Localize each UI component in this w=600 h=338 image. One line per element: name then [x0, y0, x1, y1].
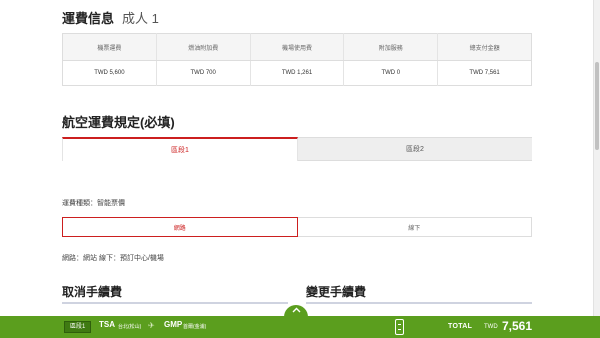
segment-tabs: 區段1 區段2 — [62, 137, 532, 161]
tab-online[interactable]: 網路 — [62, 217, 298, 237]
change-fee-title: 變更手續費 — [306, 285, 367, 299]
fare-table: 機票運費 燃油附加費 機場使用費 附加服務 總支付金額 TWD 5,600 TW… — [62, 33, 532, 86]
total-amount: 7,561 — [502, 319, 533, 333]
arrival-city: 首爾(金浦) — [183, 324, 207, 330]
cancel-fee-title: 取消手續費 — [62, 285, 123, 299]
fare-table-value-row: TWD 5,600 TWD 700 TWD 1,261 TWD 0 TWD 7,… — [62, 60, 532, 86]
fare-rules-title: 航空運費規定(必填) — [62, 115, 175, 130]
scrollbar[interactable] — [593, 0, 600, 316]
scrollbar-thumb[interactable] — [595, 62, 599, 150]
fare-value-cell: TWD 700 — [155, 60, 251, 86]
tab-offline[interactable]: 線下 — [297, 217, 532, 237]
tab-segment-1[interactable]: 區段1 — [62, 137, 298, 161]
fare-value-cell: TWD 0 — [343, 60, 438, 86]
expand-summary-button[interactable] — [284, 305, 308, 319]
chevron-up-icon — [292, 307, 300, 313]
fare-info-heading: 運費信息 成人 1 — [62, 8, 159, 27]
fare-header-cell: 總支付金額 — [437, 33, 532, 61]
fare-header-cell: 機場使用費 — [249, 33, 344, 61]
cancel-fee-divider — [62, 302, 288, 304]
plane-icon: ✈ — [148, 321, 155, 330]
departure-city: 台北(松山) — [118, 324, 142, 330]
total-label: TOTAL — [448, 323, 473, 330]
booking-summary-bar[interactable]: 區段1 TSA 台北(松山) ✈ GMP 首爾(金浦) TOTAL TWD 7,… — [0, 316, 600, 338]
fare-kind-text: 運費種類：智能票價 — [62, 200, 125, 207]
passenger-count: 成人 1 — [122, 11, 159, 26]
fare-header-cell: 附加服務 — [343, 33, 438, 61]
departure-airport-code: TSA — [99, 320, 115, 329]
fare-table-header-row: 機票運費 燃油附加費 機場使用費 附加服務 總支付金額 — [62, 33, 532, 61]
fare-value-cell: TWD 1,261 — [249, 60, 344, 86]
fare-value-cell: TWD 7,561 — [437, 60, 532, 86]
fare-header-cell: 燃油附加費 — [155, 33, 251, 61]
fare-value-cell: TWD 5,600 — [62, 60, 157, 86]
change-fee-divider — [306, 302, 532, 304]
segment-badge: 區段1 — [64, 321, 92, 333]
fare-header-cell: 機票運費 — [62, 33, 157, 61]
tab-segment-2[interactable]: 區段2 — [298, 137, 532, 161]
fare-info-title: 運費信息 — [62, 11, 115, 26]
arrival-airport-code: GMP — [164, 320, 183, 329]
mobile-icon[interactable] — [395, 319, 404, 335]
channel-note: 網路：網站 線下：預訂中心/機場 — [62, 255, 164, 262]
channel-tabs: 網路 線下 — [62, 217, 532, 237]
total-currency: TWD — [484, 324, 498, 330]
